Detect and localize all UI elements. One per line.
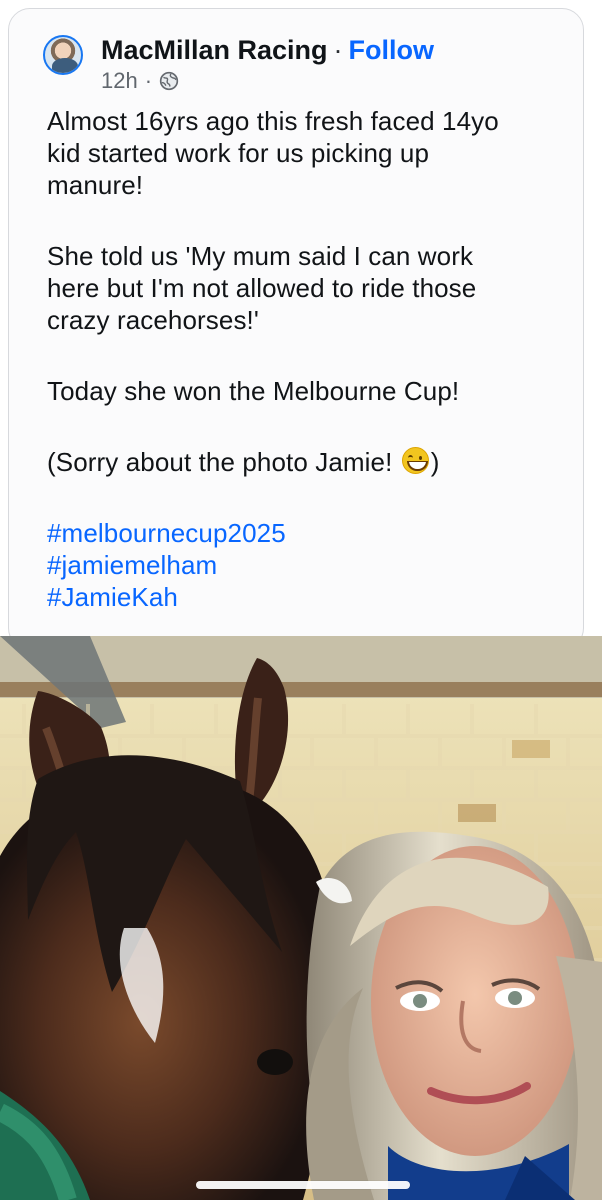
post-meta: 12h ·: [101, 67, 179, 95]
follow-button[interactable]: Follow: [349, 35, 434, 65]
author-name[interactable]: MacMillan Racing: [101, 35, 328, 65]
author-line: MacMillan Racing · Follow: [101, 33, 434, 67]
post-text-fragment: (Sorry about the photo Jamie!: [47, 447, 400, 477]
post-text-line: Almost 16yrs ago this fresh faced 14yo: [47, 106, 499, 136]
post-text-line: crazy racehorses!': [47, 305, 259, 335]
home-indicator[interactable]: [196, 1181, 410, 1189]
post-text-fragment: ): [430, 447, 440, 477]
post-text-line-with-emoji: (Sorry about the photo Jamie! ): [47, 446, 572, 478]
facebook-post-screen: MacMillan Racing · Follow 12h · Almost 16y…: [0, 0, 602, 1200]
post-text-line: kid started work for us picking up: [47, 138, 430, 168]
post-text-line: manure!: [47, 170, 144, 200]
post-text-line: Today she won the Melbourne Cup!: [47, 376, 460, 406]
post-text-line: She told us 'My mum said I can work: [47, 241, 474, 271]
post-time[interactable]: 12h: [101, 67, 138, 95]
person-icon: [306, 831, 602, 1200]
grinning-face-icon: [401, 447, 429, 474]
globe-icon: [159, 71, 179, 91]
hashtag-jamiekah[interactable]: #JamieKah: [47, 581, 572, 613]
post-text: Almost 16yrs ago this fresh faced 14yo k…: [47, 105, 572, 613]
post-header: MacMillan Racing · Follow 12h ·: [43, 33, 563, 97]
hashtag-jamiemelham[interactable]: #jamiemelham: [47, 549, 572, 581]
post-text-line: here but I'm not allowed to ride those: [47, 273, 477, 303]
author-separator: ·: [333, 35, 343, 65]
post-card: MacMillan Racing · Follow 12h · Almost 16y…: [8, 8, 584, 650]
profile-avatar[interactable]: [43, 35, 83, 75]
photo-illustration: [0, 636, 602, 1200]
post-photo[interactable]: [0, 636, 602, 1200]
meta-separator: ·: [144, 68, 153, 93]
hashtag-melbournecup2025[interactable]: #melbournecup2025: [47, 517, 572, 549]
